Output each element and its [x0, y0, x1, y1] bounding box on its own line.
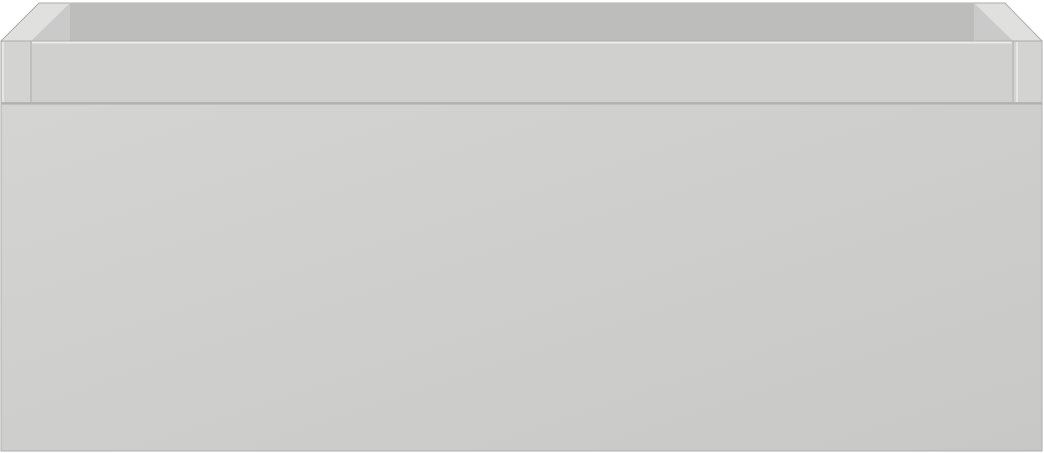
- drawer-front-panel: [0, 103, 1043, 452]
- drawer-inner-back-wall: [70, 3, 974, 41]
- drawer-box-rim: [30, 40, 1014, 104]
- drawer-unit-scene: [0, 0, 1044, 453]
- carcass-left-post: [0, 40, 32, 104]
- drawer-unit-illustration: [0, 0, 1044, 453]
